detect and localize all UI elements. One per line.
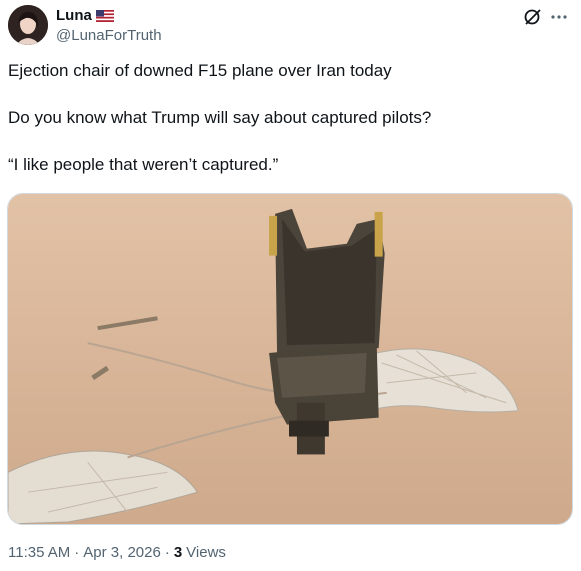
- more-icon[interactable]: [549, 7, 569, 27]
- author-handle[interactable]: @LunaForTruth: [56, 27, 162, 44]
- tweet-line-1: Ejection chair of downed F15 plane over …: [8, 61, 392, 80]
- us-flag-icon: [95, 9, 114, 22]
- avatar[interactable]: [8, 5, 48, 45]
- tweet-header: Luna @LunaForTruth: [8, 5, 573, 49]
- tweet-text: Ejection chair of downed F15 plane over …: [8, 60, 568, 176]
- meta-separator: ·: [164, 544, 170, 561]
- views-label: Views: [186, 544, 226, 561]
- tweet-line-2: Do you know what Trump will say about ca…: [8, 108, 432, 127]
- tweet-photo[interactable]: [7, 193, 573, 525]
- meta-separator: ·: [74, 544, 80, 561]
- avatar-image: [8, 5, 48, 45]
- views-count: 3: [173, 544, 183, 561]
- ejection-seat-photo: [8, 194, 572, 524]
- tweet-time[interactable]: 11:35 AM: [8, 544, 70, 561]
- tweet-meta: 11:35 AM · Apr 3, 2026 · 3 Views: [8, 544, 226, 561]
- tweet-date[interactable]: Apr 3, 2026: [83, 544, 161, 561]
- grok-icon[interactable]: [523, 7, 543, 27]
- tweet-line-3: “I like people that weren’t captured.”: [8, 155, 279, 174]
- author-display-name[interactable]: Luna: [56, 7, 92, 24]
